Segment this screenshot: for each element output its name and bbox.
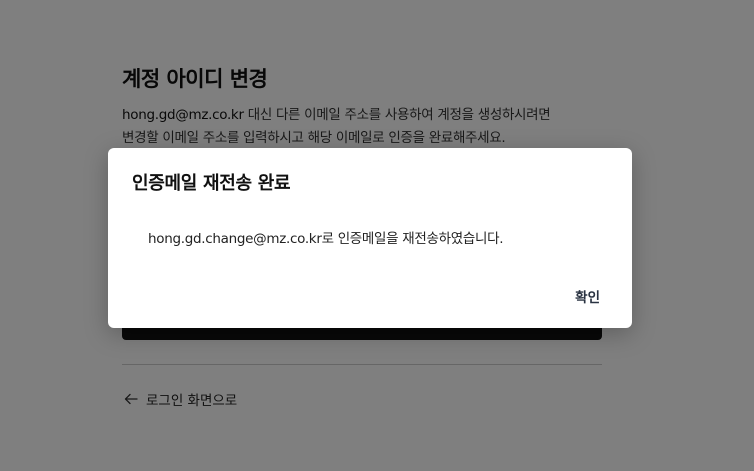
dialog-message: hong.gd.change@mz.co.kr로 인증메일을 재전송하였습니다.	[148, 231, 504, 247]
dialog-title: 인증메일 재전송 완료	[132, 173, 291, 194]
confirm-button[interactable]: 확인	[569, 282, 606, 310]
resend-complete-dialog: 인증메일 재전송 완료 hong.gd.change@mz.co.kr로 인증메…	[108, 148, 632, 328]
